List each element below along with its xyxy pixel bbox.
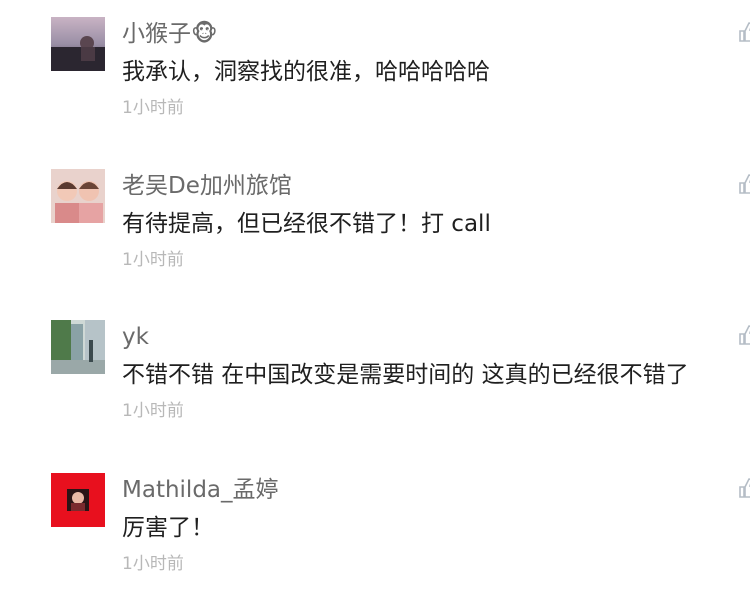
user-name[interactable]: 小猴子🐵 xyxy=(122,19,218,49)
comment-text: 不错不错 在中国改变是需要时间的 这真的已经很不错了 xyxy=(122,362,689,388)
thumbs-up-icon xyxy=(739,325,750,345)
user-name[interactable]: yk xyxy=(122,322,149,352)
comment-time: 1小时前 xyxy=(122,98,184,118)
comment-text: 有待提高，但已经很不错了！打 call xyxy=(122,211,491,237)
user-avatar[interactable] xyxy=(51,169,105,223)
comment-item: yk 不错不错 在中国改变是需要时间的 这真的已经很不错了 1小时前 xyxy=(0,303,750,453)
avatar-children-photo xyxy=(51,169,105,223)
like-button[interactable] xyxy=(738,324,750,346)
thumbs-up-icon xyxy=(739,22,750,42)
user-name[interactable]: Mathilda_孟婷 xyxy=(122,475,279,505)
comment-item: Mathilda_孟婷 厉害了！ 1小时前 xyxy=(0,456,750,606)
avatar-red-portrait xyxy=(51,473,105,527)
comment-time: 1小时前 xyxy=(122,554,184,574)
user-avatar[interactable] xyxy=(51,320,105,374)
comment-text: 我承认，洞察找的很准，哈哈哈哈哈 xyxy=(122,59,490,85)
comment-text: 厉害了！ xyxy=(122,515,214,541)
comment-item: 小猴子🐵 我承认，洞察找的很准，哈哈哈哈哈 1小时前 xyxy=(0,0,750,150)
user-avatar[interactable] xyxy=(51,17,105,71)
avatar-street-photo xyxy=(51,320,105,374)
user-name[interactable]: 老吴De加州旅馆 xyxy=(122,171,292,201)
comment-time: 1小时前 xyxy=(122,401,184,421)
like-button[interactable] xyxy=(738,21,750,43)
like-button[interactable] xyxy=(738,477,750,499)
avatar-sunset-photo xyxy=(51,17,105,71)
comment-time: 1小时前 xyxy=(122,250,184,270)
comment-item: 老吴De加州旅馆 有待提高，但已经很不错了！打 call 1小时前 xyxy=(0,152,750,302)
like-button[interactable] xyxy=(738,173,750,195)
thumbs-up-icon xyxy=(739,174,750,194)
thumbs-up-icon xyxy=(739,478,750,498)
user-avatar[interactable] xyxy=(51,473,105,527)
